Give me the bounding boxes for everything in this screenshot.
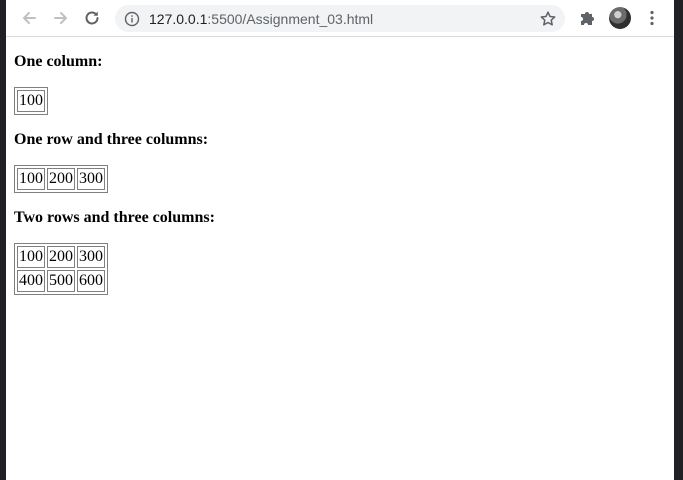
- window-frame-right: [674, 0, 683, 480]
- table-two-rows-three-columns: 100 200 300 400 500 600: [14, 243, 108, 295]
- reload-button[interactable]: [78, 4, 106, 32]
- table-one-row-three-columns: 100 200 300: [14, 165, 108, 193]
- page-content: One column: 100 One row and three column…: [6, 37, 674, 480]
- reload-icon: [85, 11, 99, 25]
- url-path: :5500/Assignment_03.html: [207, 11, 374, 27]
- table-cell: 100: [17, 90, 45, 112]
- table-row: 100: [17, 90, 45, 112]
- arrow-left-icon: [23, 12, 36, 24]
- browser-toolbar: 127.0.0.1:5500/Assignment_03.html: [6, 0, 674, 37]
- table-cell: 300: [77, 246, 105, 268]
- table-one-column: 100: [14, 87, 48, 115]
- table-row: 100 200 300: [17, 246, 105, 268]
- heading-two-rows-three-columns: Two rows and three columns:: [14, 209, 215, 226]
- address-bar[interactable]: 127.0.0.1:5500/Assignment_03.html: [115, 5, 565, 32]
- forward-button[interactable]: [47, 4, 75, 32]
- table-cell: 100: [17, 246, 45, 268]
- profile-avatar[interactable]: [609, 7, 631, 29]
- url-host: 127.0.0.1: [149, 11, 208, 27]
- table-cell: 300: [77, 168, 105, 190]
- table-cell: 600: [77, 270, 105, 292]
- arrow-right-icon: [54, 12, 67, 24]
- table-cell: 500: [47, 270, 75, 292]
- table-cell: 100: [17, 168, 45, 190]
- vertical-dots-icon[interactable]: [643, 9, 661, 27]
- table-cell: 200: [47, 246, 75, 268]
- back-button[interactable]: [15, 4, 43, 32]
- heading-one-column: One column:: [14, 53, 103, 70]
- table-cell: 400: [17, 270, 45, 292]
- url-text[interactable]: 127.0.0.1:5500/Assignment_03.html: [149, 11, 373, 27]
- table-row: 100 200 300: [17, 168, 105, 190]
- bookmark-star-icon[interactable]: [539, 10, 557, 28]
- table-row: 400 500 600: [17, 270, 105, 292]
- info-circle-icon[interactable]: [124, 11, 140, 27]
- heading-one-row-three-columns: One row and three columns:: [14, 131, 209, 148]
- puzzle-piece-icon[interactable]: [578, 8, 598, 28]
- table-cell: 200: [47, 168, 75, 190]
